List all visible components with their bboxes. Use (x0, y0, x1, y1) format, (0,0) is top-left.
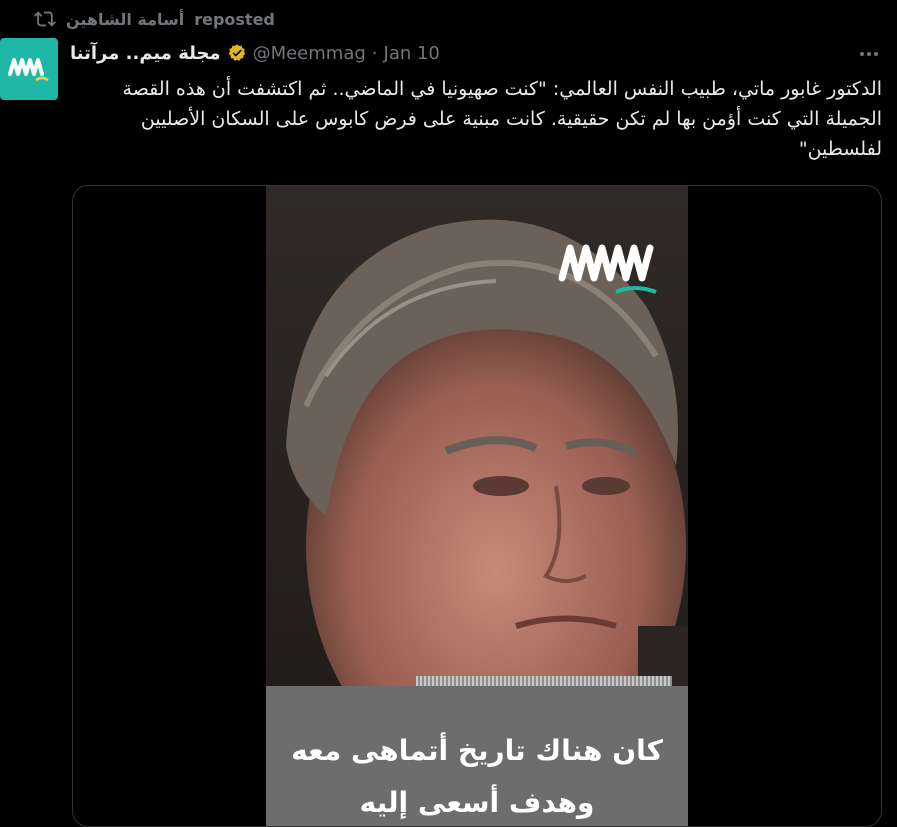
video-frame[interactable]: كان هناك تاريخ أتماهى معه وهدف أسعى إليه (266, 186, 688, 826)
caption-line-2: وهدف أسعى إليه (359, 786, 595, 819)
avatar[interactable] (0, 38, 58, 100)
more-icon[interactable] (857, 42, 881, 66)
meem-logo (8, 58, 49, 82)
repost-icon (34, 11, 56, 27)
meta-separator: · (371, 42, 378, 64)
video-player[interactable]: كان هناك تاريخ أتماهى معه وهدف أسعى إليه (72, 185, 882, 827)
caption-line-1: كان هناك تاريخ أتماهى معه (291, 734, 663, 767)
verified-badge-icon[interactable] (227, 43, 247, 63)
tweet-date[interactable]: Jan 10 (384, 43, 440, 64)
meem-watermark-logo (558, 244, 657, 294)
author-handle[interactable]: @Meemmag (253, 43, 366, 64)
tweet-header: مجلة ميم.. مرآتنا @Meemmag · Jan 10 (70, 38, 877, 68)
repost-user[interactable]: أسامة الشاهين (66, 10, 184, 29)
repost-label: reposted (194, 9, 275, 29)
author-name[interactable]: مجلة ميم.. مرآتنا (70, 43, 221, 64)
repost-indicator[interactable]: أسامة الشاهين reposted (34, 6, 275, 32)
tweet-text: الدكتور غابور ماتي، طبيب النفس العالمي: … (122, 78, 882, 160)
